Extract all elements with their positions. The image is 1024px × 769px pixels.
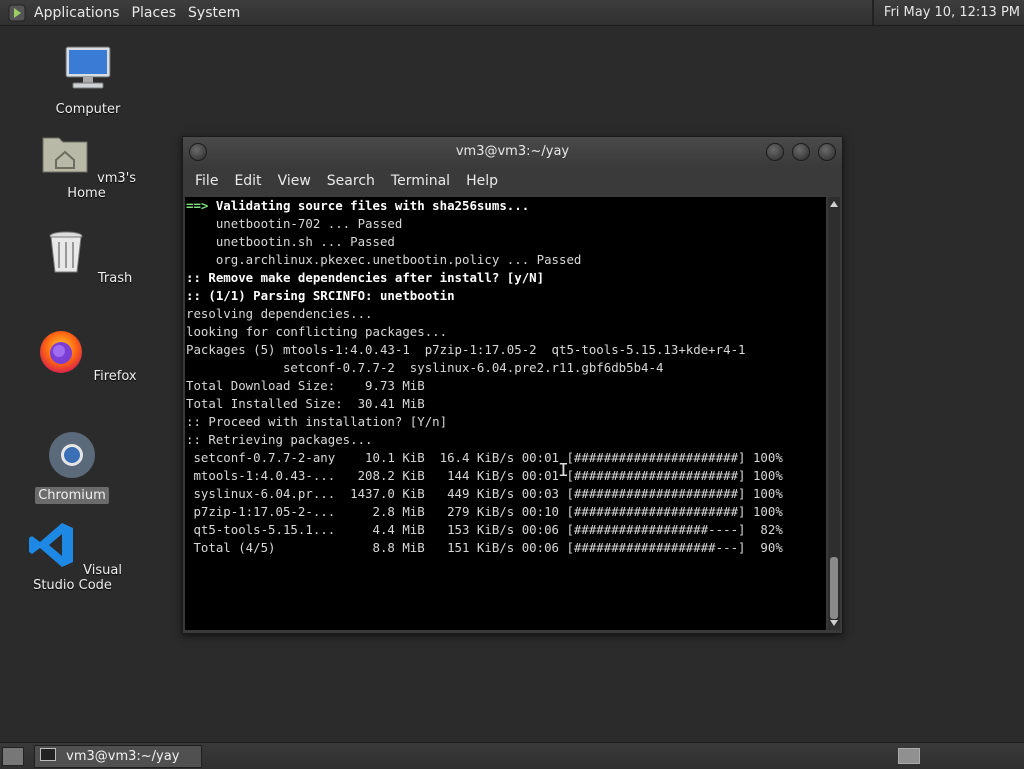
- terminal-line-text: resolving dependencies...: [186, 306, 373, 321]
- applications-logo-icon[interactable]: [8, 4, 26, 22]
- terminal-line-text: Total Download Size: 9.73 MiB: [186, 378, 425, 393]
- menu-search[interactable]: Search: [319, 173, 383, 189]
- desktop-icon-label: Trash: [97, 271, 133, 286]
- terminal-line-text: qt5-tools-5.15.1... 4.4 MiB 153 KiB/s 00…: [186, 522, 783, 537]
- vscode-icon: [29, 523, 74, 567]
- menu-help[interactable]: Help: [458, 173, 506, 189]
- terminal-line: :: (1/1) Parsing SRCINFO: unetbootin: [185, 287, 826, 305]
- terminal-line: qt5-tools-5.15.1... 4.4 MiB 153 KiB/s 00…: [185, 521, 826, 539]
- window-menu-button[interactable]: [189, 143, 207, 161]
- desktop-icon-home[interactable]: vm3's Home: [33, 128, 143, 201]
- terminal-line: mtools-1:4.0.43-... 208.2 KiB 144 KiB/s …: [185, 467, 826, 485]
- bottom-panel: vm3@vm3:~/yay: [0, 742, 1024, 769]
- text-cursor-icon: I: [558, 460, 569, 481]
- terminal-line: unetbootin.sh ... Passed: [185, 233, 826, 251]
- terminal-line-text: Validating source files with sha256sums.…: [215, 198, 530, 213]
- terminal-line-text: org.archlinux.pkexec.unetbootin.policy .…: [186, 252, 582, 267]
- workspace-switcher-icon[interactable]: [898, 748, 920, 764]
- terminal-scrollbar[interactable]: [828, 197, 840, 630]
- terminal-line-text: setconf-0.7.7-2 syslinux-6.04.pre2.r11.g…: [186, 360, 664, 375]
- terminal-line-text: mtools-1:4.0.43-... 208.2 KiB 144 KiB/s …: [186, 468, 783, 483]
- applications-menu[interactable]: Applications: [28, 5, 126, 21]
- terminal-menubar: File Edit View Search Terminal Help: [183, 167, 842, 195]
- terminal-line: syslinux-6.04.pr... 1437.0 KiB 449 KiB/s…: [185, 485, 826, 503]
- computer-icon: [65, 46, 111, 89]
- menu-edit[interactable]: Edit: [226, 173, 269, 189]
- terminal-line: :: Proceed with installation? [Y/n]: [185, 413, 826, 431]
- scroll-thumb[interactable]: [830, 557, 838, 619]
- terminal-line: ==> Validating source files with sha256s…: [185, 197, 826, 215]
- trash-icon: [49, 231, 83, 273]
- terminal-line-text: Total (4/5) 8.8 MiB 151 KiB/s 00:06 [###…: [186, 540, 783, 555]
- terminal-line-text: :: Remove make dependencies after instal…: [186, 270, 545, 285]
- close-button[interactable]: [818, 143, 836, 161]
- clock[interactable]: Fri May 10, 12:13 PM: [871, 0, 1020, 25]
- places-menu[interactable]: Places: [126, 5, 183, 21]
- firefox-icon: [40, 331, 83, 373]
- taskbar-task-label: vm3@vm3:~/yay: [66, 749, 180, 764]
- terminal-line: unetbootin-702 ... Passed: [185, 215, 826, 233]
- terminal-line-text: Total Installed Size: 30.41 MiB: [186, 396, 425, 411]
- terminal-line: org.archlinux.pkexec.unetbootin.policy .…: [185, 251, 826, 269]
- terminal-line: Total Installed Size: 30.41 MiB: [185, 395, 826, 413]
- terminal-line-text: looking for conflicting packages...: [186, 324, 448, 339]
- terminal-icon: [40, 748, 56, 761]
- terminal-line: :: Retrieving packages...: [185, 431, 826, 449]
- menu-terminal[interactable]: Terminal: [383, 173, 458, 189]
- show-desktop-icon[interactable]: [2, 747, 24, 766]
- terminal-line-text: Packages (5) mtools-1:4.0.43-1 p7zip-1:1…: [186, 342, 746, 357]
- window-title: vm3@vm3:~/yay: [455, 144, 570, 159]
- menu-view[interactable]: View: [270, 173, 319, 189]
- scroll-up-arrow-icon[interactable]: [830, 201, 838, 207]
- terminal-line-text: :: Retrieving packages...: [186, 432, 373, 447]
- terminal-line: resolving dependencies...: [185, 305, 826, 323]
- desktop-icon-label: Computer: [55, 102, 121, 117]
- desktop-icon-computer[interactable]: Computer: [33, 44, 143, 117]
- terminal-line-text: :: (1/1) Parsing SRCINFO: unetbootin: [186, 288, 455, 303]
- desktop-icon-firefox[interactable]: Firefox: [33, 326, 143, 384]
- maximize-button[interactable]: [792, 143, 810, 161]
- terminal-window[interactable]: vm3@vm3:~/yay File Edit View Search Term…: [182, 136, 843, 634]
- terminal-line-text: syslinux-6.04.pr... 1437.0 KiB 449 KiB/s…: [186, 486, 783, 501]
- terminal-line: setconf-0.7.7-2-any 10.1 KiB 16.4 KiB/s …: [185, 449, 826, 467]
- menu-file[interactable]: File: [187, 173, 226, 189]
- terminal-line: looking for conflicting packages...: [185, 323, 826, 341]
- desktop-icon-label: Firefox: [93, 369, 137, 384]
- window-titlebar[interactable]: vm3@vm3:~/yay: [183, 137, 842, 167]
- terminal-line-text: unetbootin.sh ... Passed: [186, 234, 395, 249]
- terminal-line-text: setconf-0.7.7-2-any 10.1 KiB 16.4 KiB/s …: [186, 450, 783, 465]
- terminal-line: Total Download Size: 9.73 MiB: [185, 377, 826, 395]
- chromium-icon: [49, 432, 95, 478]
- terminal-line: :: Remove make dependencies after instal…: [185, 269, 826, 287]
- scroll-down-arrow-icon[interactable]: [830, 620, 838, 626]
- taskbar-terminal-button[interactable]: vm3@vm3:~/yay: [34, 745, 202, 768]
- terminal-line-text: unetbootin-702 ... Passed: [186, 216, 403, 231]
- desktop-icon-vscode[interactable]: Visual Studio Code: [19, 520, 129, 593]
- home-folder-icon: [42, 137, 88, 173]
- terminal-line: p7zip-1:17.05-2-... 2.8 MiB 279 KiB/s 00…: [185, 503, 826, 521]
- terminal-output[interactable]: ==> Validating source files with sha256s…: [185, 197, 826, 630]
- desktop-icon-label: Chromium: [35, 487, 109, 504]
- desktop-icon-trash[interactable]: Trash: [33, 228, 143, 286]
- top-panel: Applications Places System Fri May 10, 1…: [0, 0, 1024, 26]
- terminal-line: Packages (5) mtools-1:4.0.43-1 p7zip-1:1…: [185, 341, 826, 359]
- minimize-button[interactable]: [766, 143, 784, 161]
- desktop-icon-chromium[interactable]: Chromium: [17, 430, 127, 504]
- terminal-line-text: p7zip-1:17.05-2-... 2.8 MiB 279 KiB/s 00…: [186, 504, 783, 519]
- terminal-line-text: :: Proceed with installation? [Y/n]: [186, 414, 448, 429]
- prompt-arrow: ==>: [186, 198, 216, 213]
- terminal-line: setconf-0.7.7-2 syslinux-6.04.pre2.r11.g…: [185, 359, 826, 377]
- terminal-line: Total (4/5) 8.8 MiB 151 KiB/s 00:06 [###…: [185, 539, 826, 557]
- system-menu[interactable]: System: [182, 5, 246, 21]
